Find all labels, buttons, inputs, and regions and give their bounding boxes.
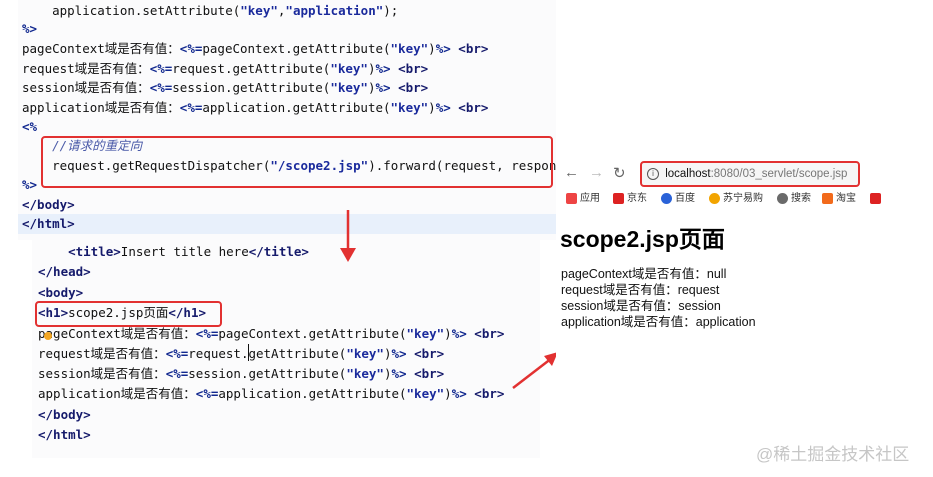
- text-cursor: [248, 344, 249, 361]
- reload-icon[interactable]: ↻: [613, 164, 626, 182]
- info-icon[interactable]: i: [647, 167, 659, 180]
- code-line[interactable]: pageContext域是否有值：<%=pageContext.getAttri…: [38, 324, 504, 344]
- code-line-current[interactable]: </html>: [18, 214, 560, 234]
- code-line[interactable]: request域是否有值：<%=request.getAttribute("ke…: [22, 59, 428, 79]
- annotation-box-forward: [41, 136, 553, 188]
- browser-window: ← → ↻ i localhost:8080/03_servlet/scope.…: [556, 156, 933, 477]
- code-line[interactable]: </body>: [22, 195, 75, 215]
- bulb-icon[interactable]: [44, 332, 52, 340]
- arrow-down-icon: [340, 210, 356, 262]
- code-line[interactable]: </html>: [38, 425, 91, 445]
- code-line[interactable]: %>: [22, 175, 37, 195]
- result-line: pageContext域是否有值：null: [561, 267, 727, 281]
- jd-icon: [613, 192, 624, 204]
- paw-icon: [661, 192, 672, 204]
- result-line: application域是否有值：application: [561, 315, 756, 329]
- forward-arrow-icon[interactable]: →: [589, 164, 604, 181]
- editor-gutter: [0, 240, 32, 458]
- bookmark-baidu[interactable]: 百度: [661, 191, 695, 207]
- bookmark-search[interactable]: 搜索: [777, 191, 811, 207]
- code-line[interactable]: request域是否有值：<%=request.getAttribute("ke…: [38, 344, 444, 364]
- result-line: session域是否有值：session: [561, 299, 721, 313]
- back-arrow-icon[interactable]: ←: [564, 164, 579, 181]
- apps-grid-icon: [566, 192, 577, 204]
- code-line[interactable]: application.setAttribute("key","applicat…: [22, 1, 398, 21]
- code-line[interactable]: application域是否有值：<%=application.getAttri…: [22, 98, 488, 118]
- bookmark-taobao[interactable]: 淘宝: [822, 191, 856, 207]
- code-line[interactable]: pageContext域是否有值：<%=pageContext.getAttri…: [22, 39, 488, 59]
- watermark: @稀土掘金技术社区: [756, 445, 910, 464]
- editor-gutter: [0, 0, 18, 240]
- taobao-icon: [822, 192, 833, 204]
- bookmark-suning[interactable]: 苏宁易购: [709, 191, 763, 207]
- bookmarks-bar: 应用 京东 百度 苏宁易购 搜索 淘宝: [556, 186, 933, 208]
- globe-icon: [777, 192, 788, 204]
- result-line: request域是否有值：request: [561, 283, 720, 297]
- code-line[interactable]: <title>Insert title here</title>: [38, 242, 309, 262]
- code-line[interactable]: %>: [22, 19, 37, 39]
- bookmark-apps[interactable]: 应用: [566, 191, 600, 207]
- url-path: :8080/03_servlet/scope.jsp: [710, 168, 848, 180]
- annotation-box-h1: [35, 301, 222, 327]
- jd-icon: [870, 192, 881, 204]
- code-line[interactable]: session域是否有值：<%=session.getAttribute("ke…: [38, 364, 444, 384]
- top-code-editor: application.setAttribute("key","applicat…: [0, 0, 586, 240]
- address-bar[interactable]: i localhost:8080/03_servlet/scope.jsp: [640, 161, 860, 187]
- bottom-code-editor: <title>Insert title here</title> </head>…: [0, 240, 540, 458]
- code-line[interactable]: application域是否有值：<%=application.getAttri…: [38, 384, 504, 404]
- code-line[interactable]: <%: [22, 117, 37, 137]
- code-line[interactable]: </head>: [38, 262, 91, 282]
- page-heading: scope2.jsp页面: [560, 226, 725, 252]
- code-line[interactable]: session域是否有值：<%=session.getAttribute("ke…: [22, 78, 428, 98]
- url-host: localhost: [665, 168, 711, 180]
- bookmark-jd[interactable]: 京东: [613, 191, 647, 207]
- code-line[interactable]: <body>: [38, 283, 83, 303]
- suning-icon: [709, 192, 720, 204]
- code-line[interactable]: </body>: [38, 405, 91, 425]
- bookmark-more[interactable]: [870, 191, 884, 207]
- arrow-diagonal-icon: [512, 352, 558, 389]
